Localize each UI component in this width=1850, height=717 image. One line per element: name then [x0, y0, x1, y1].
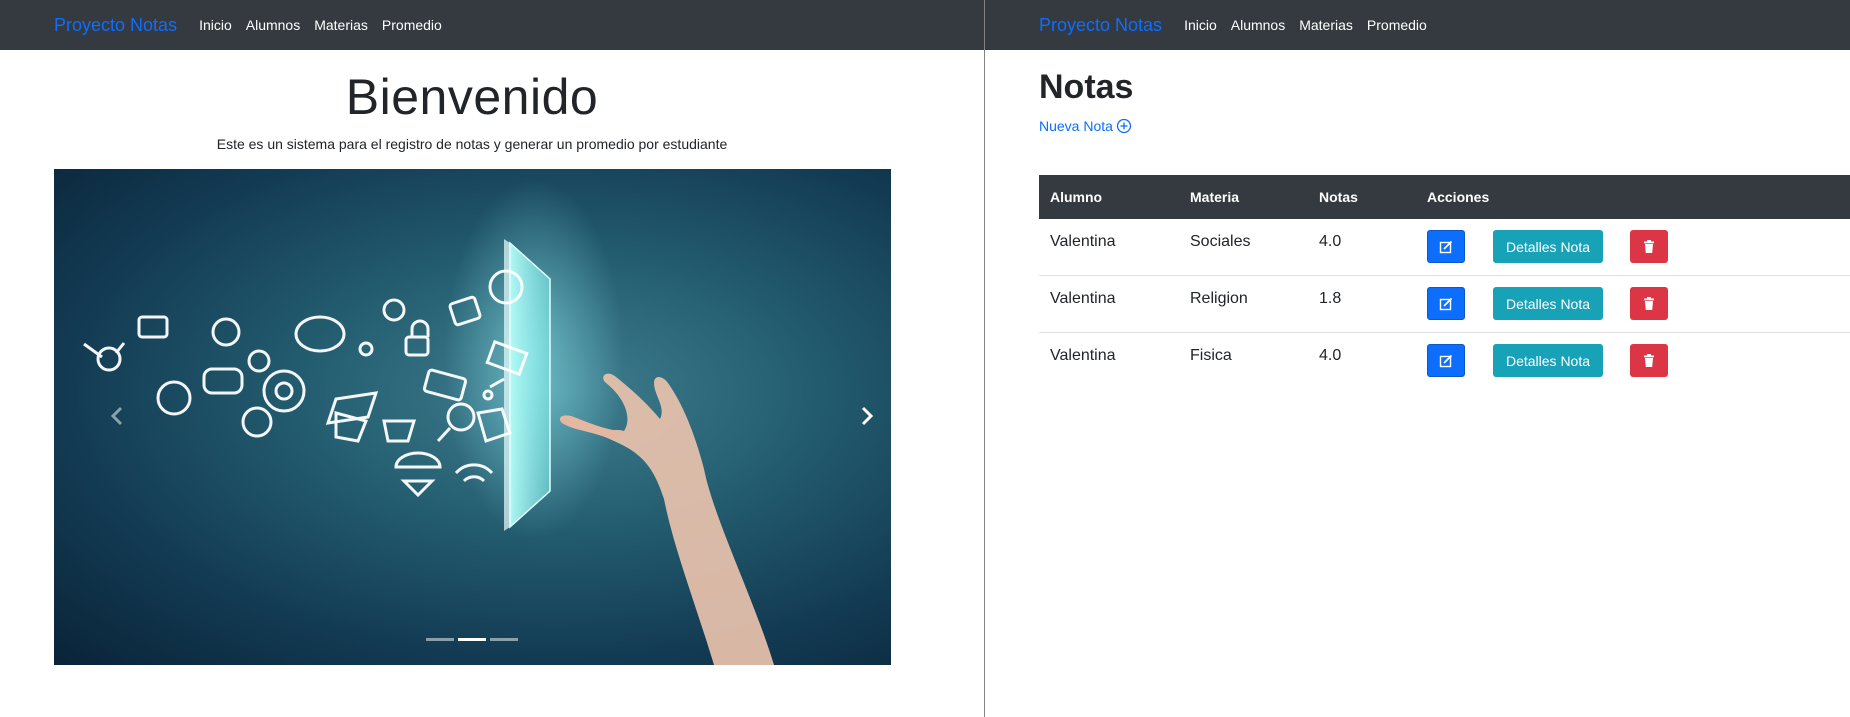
chevron-left-icon: [110, 406, 123, 426]
carousel-next-button[interactable]: [852, 401, 882, 431]
column-header-notas: Notas: [1319, 189, 1358, 205]
cell-nota: 4.0: [1319, 347, 1342, 364]
edit-button[interactable]: [1427, 344, 1465, 377]
edit-button[interactable]: [1427, 287, 1465, 320]
page-title: Notas: [1039, 68, 1134, 106]
page-subtitle: Este es un sistema para el registro de n…: [216, 136, 728, 152]
trash-icon: [1644, 297, 1654, 310]
table-row: Valentina Religion 1.8 Detalles Nota: [1039, 276, 1850, 333]
page-title: Bienvenido: [345, 69, 599, 125]
nav-link-materias[interactable]: Materias: [1299, 17, 1353, 33]
navbar: Proyecto Notas Inicio Alumnos Materias P…: [0, 0, 984, 50]
brand-link[interactable]: Proyecto Notas: [54, 15, 177, 36]
carousel-indicator-3[interactable]: [490, 638, 518, 641]
cell-alumno: Valentina: [1050, 290, 1116, 307]
carousel-indicators: [426, 638, 518, 641]
home-window: Proyecto Notas Inicio Alumnos Materias P…: [0, 0, 984, 717]
column-header-alumno: Alumno: [1050, 189, 1103, 205]
new-nota-link[interactable]: Nueva Nota: [1039, 118, 1132, 134]
nav-link-alumnos[interactable]: Alumnos: [246, 17, 300, 33]
delete-button[interactable]: [1630, 287, 1668, 320]
table-row: Valentina Fisica 4.0 Detalles Nota: [1039, 333, 1850, 390]
nav-link-alumnos[interactable]: Alumnos: [1231, 17, 1285, 33]
edit-icon: [1439, 354, 1453, 367]
column-header-acciones: Acciones: [1427, 189, 1490, 205]
edit-button[interactable]: [1427, 230, 1465, 263]
nav-link-inicio[interactable]: Inicio: [199, 17, 232, 33]
cell-nota: 4.0: [1319, 233, 1342, 250]
edit-icon: [1439, 297, 1453, 310]
delete-button[interactable]: [1630, 230, 1668, 263]
navbar: Proyecto Notas Inicio Alumnos Materias P…: [985, 0, 1850, 50]
notas-window: Proyecto Notas Inicio Alumnos Materias P…: [985, 0, 1850, 717]
table-row: Valentina Sociales 4.0 Detalles Nota: [1039, 219, 1850, 276]
cell-alumno: Valentina: [1050, 347, 1116, 364]
chevron-right-icon: [861, 406, 874, 426]
delete-button[interactable]: [1630, 344, 1668, 377]
nav-link-promedio[interactable]: Promedio: [382, 17, 442, 33]
edit-icon: [1439, 240, 1453, 253]
new-nota-label: Nueva Nota: [1039, 118, 1113, 134]
nav-link-materias[interactable]: Materias: [314, 17, 368, 33]
plus-circle-icon: [1116, 118, 1132, 134]
nav-link-inicio[interactable]: Inicio: [1184, 17, 1217, 33]
nav-link-promedio[interactable]: Promedio: [1367, 17, 1427, 33]
cell-alumno: Valentina: [1050, 233, 1116, 250]
carousel-indicator-1[interactable]: [426, 638, 454, 641]
cell-nota: 1.8: [1319, 290, 1342, 307]
cell-materia: Religion: [1190, 290, 1248, 307]
image-carousel[interactable]: [54, 169, 891, 665]
cell-materia: Sociales: [1190, 233, 1251, 250]
table-header: Alumno Materia Notas Acciones: [1039, 175, 1850, 219]
notas-table: Alumno Materia Notas Acciones Valentina …: [1039, 175, 1850, 390]
details-button[interactable]: Detalles Nota: [1493, 344, 1603, 377]
details-button[interactable]: Detalles Nota: [1493, 230, 1603, 263]
trash-icon: [1644, 354, 1654, 367]
trash-icon: [1644, 240, 1654, 253]
carousel-slide-image: [83, 179, 774, 665]
carousel-indicator-2[interactable]: [458, 638, 486, 641]
carousel-prev-button[interactable]: [102, 401, 132, 431]
brand-link[interactable]: Proyecto Notas: [1039, 15, 1162, 36]
column-header-materia: Materia: [1190, 189, 1240, 205]
cell-materia: Fisica: [1190, 347, 1232, 364]
details-button[interactable]: Detalles Nota: [1493, 287, 1603, 320]
